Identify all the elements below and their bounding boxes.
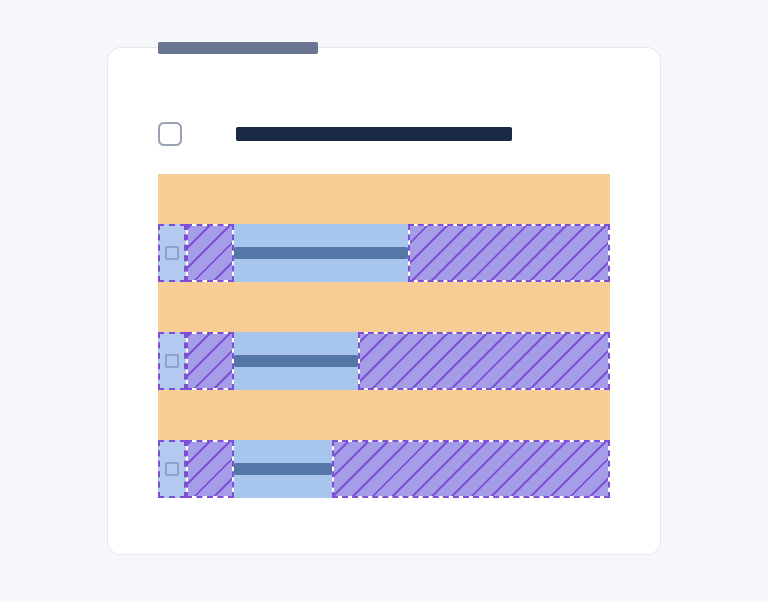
skeleton-gap — [186, 224, 234, 282]
skeleton-rest — [408, 224, 610, 282]
row-checkbox-cell — [158, 440, 186, 498]
row-checkbox-cell — [158, 332, 186, 390]
skeleton-gap — [186, 440, 234, 498]
skeleton-text-cell — [234, 440, 332, 498]
skeleton-text-bar — [234, 247, 408, 259]
spacer-row — [158, 390, 610, 440]
row-checkbox[interactable] — [165, 354, 179, 368]
skeleton-rest — [332, 440, 610, 498]
skeleton-list — [158, 174, 610, 498]
row-checkbox-cell — [158, 224, 186, 282]
skeleton-card — [107, 47, 661, 555]
skeleton-text-cell — [234, 332, 358, 390]
list-header — [158, 122, 610, 146]
skeleton-gap — [186, 332, 234, 390]
skeleton-text-bar — [234, 463, 332, 475]
skeleton-row — [158, 332, 610, 390]
skeleton-rest — [358, 332, 610, 390]
skeleton-text-bar — [234, 355, 358, 367]
skeleton-row — [158, 440, 610, 498]
row-checkbox[interactable] — [165, 246, 179, 260]
skeleton-row — [158, 224, 610, 282]
spacer-row — [158, 174, 610, 224]
skeleton-text-cell — [234, 224, 408, 282]
select-all-checkbox[interactable] — [158, 122, 182, 146]
row-checkbox[interactable] — [165, 462, 179, 476]
spacer-row — [158, 282, 610, 332]
card-tab — [158, 42, 318, 54]
card-content — [158, 122, 610, 498]
list-title — [236, 127, 512, 141]
